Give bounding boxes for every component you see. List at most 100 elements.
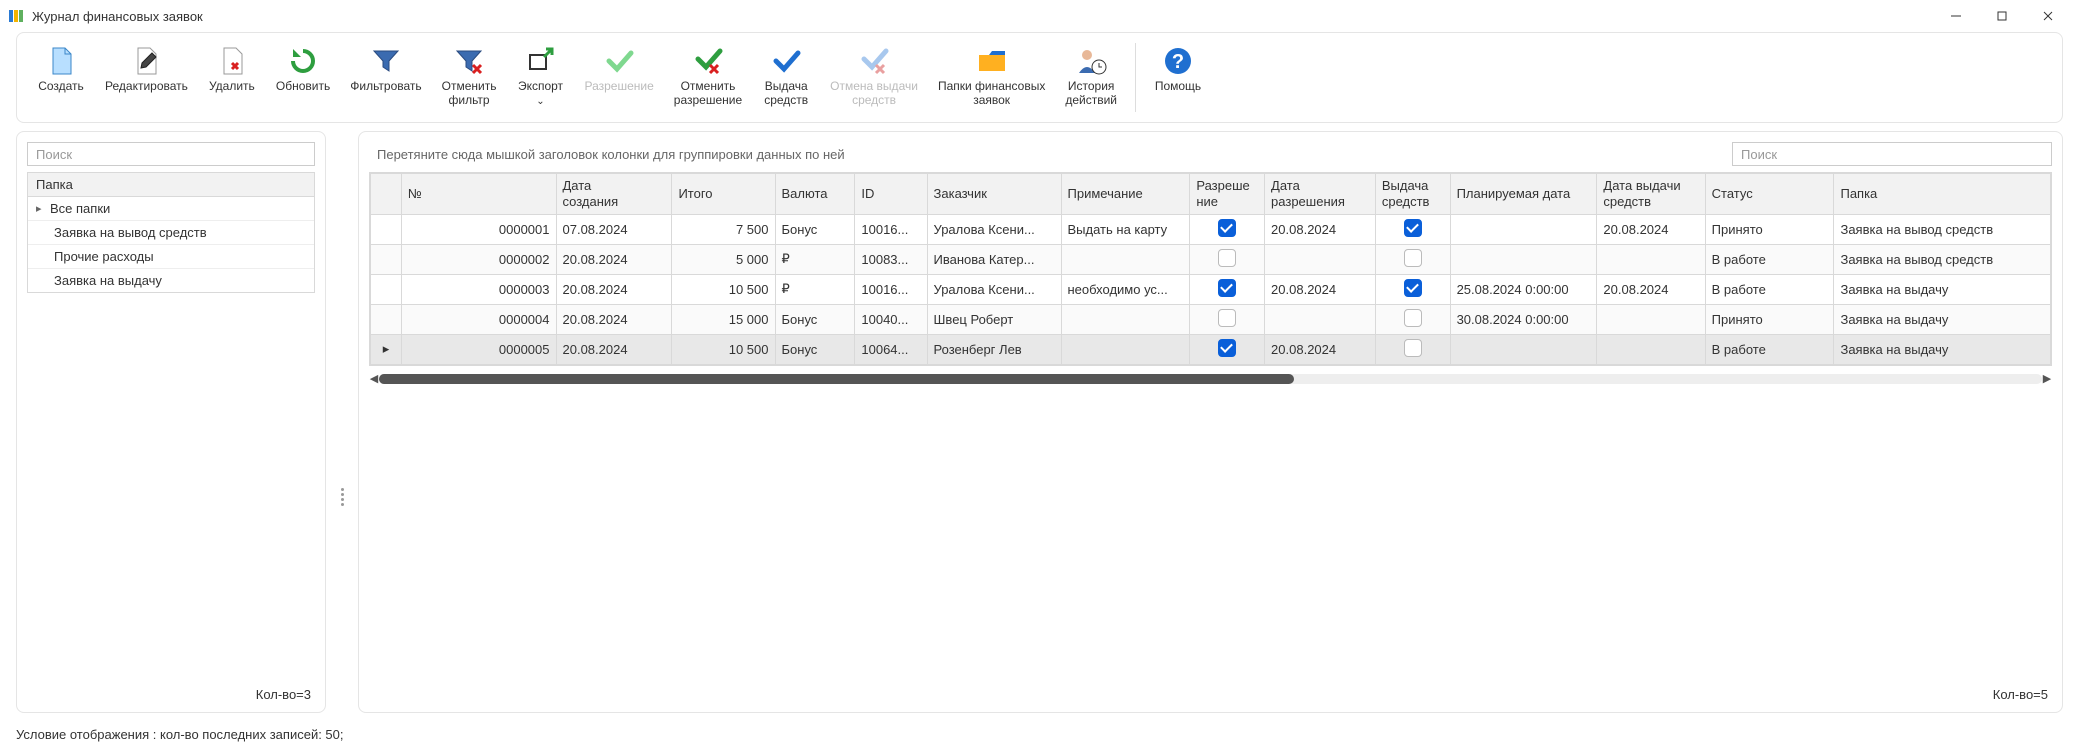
cell-issue-checkbox (1375, 334, 1450, 364)
check-green-icon (603, 47, 635, 75)
history-button[interactable]: История действий (1059, 43, 1123, 112)
cell-total: 5 000 (672, 244, 775, 274)
cell-num: 0000004 (401, 304, 556, 334)
grid-search-input[interactable] (1732, 142, 2052, 166)
col-num[interactable]: № (401, 174, 556, 214)
scroll-thumb[interactable] (379, 374, 1294, 384)
close-button[interactable] (2025, 0, 2071, 32)
col-note[interactable]: Примечание (1061, 174, 1190, 214)
cell-permission-checkbox (1190, 304, 1265, 334)
cell-folder: Заявка на вывод средств (1834, 214, 2051, 244)
cell-num: 0000002 (401, 244, 556, 274)
cell-note (1061, 304, 1190, 334)
table-row[interactable]: 000000107.08.20247 500Бонус10016...Урало… (371, 214, 2051, 244)
data-grid: № Дата создания Итого Валюта ID Заказчик… (370, 173, 2051, 364)
cancel-issue-button[interactable]: Отмена выдачи средств (824, 43, 924, 112)
cell-status: В работе (1705, 334, 1834, 364)
folder-item-other[interactable]: Прочие расходы (28, 245, 314, 269)
table-row[interactable]: 000000420.08.202415 000Бонус10040...Швец… (371, 304, 2051, 334)
col-created[interactable]: Дата создания (556, 174, 672, 214)
cell-customer: Уралова Ксени... (927, 274, 1061, 304)
scroll-left-icon[interactable]: ◀ (369, 372, 379, 385)
cell-folder: Заявка на вывод средств (1834, 244, 2051, 274)
folder-item-issue[interactable]: Заявка на выдачу (28, 269, 314, 292)
col-total[interactable]: Итого (672, 174, 775, 214)
cell-status: В работе (1705, 244, 1834, 274)
cell-created: 20.08.2024 (556, 304, 672, 334)
folder-item-all[interactable]: ▸ Все папки (28, 197, 314, 221)
cell-total: 15 000 (672, 304, 775, 334)
cell-currency: Бонус (775, 304, 855, 334)
cell-folder: Заявка на выдачу (1834, 304, 2051, 334)
table-row[interactable]: 000000320.08.202410 500₽10016...Уралова … (371, 274, 2051, 304)
col-folder[interactable]: Папка (1834, 174, 2051, 214)
col-id[interactable]: ID (855, 174, 927, 214)
splitter[interactable] (338, 131, 346, 713)
cell-total: 10 500 (672, 274, 775, 304)
table-row[interactable]: 000000220.08.20245 000₽10083...Иванова К… (371, 244, 2051, 274)
row-indicator-icon (371, 304, 402, 334)
table-row[interactable]: ▸000000520.08.202410 500Бонус10064...Роз… (371, 334, 2051, 364)
grid-panel: Перетяните сюда мышкой заголовок колонки… (358, 131, 2063, 713)
cell-planned (1450, 214, 1597, 244)
cell-permission-checkbox (1190, 244, 1265, 274)
delete-button[interactable]: Удалить (202, 43, 262, 97)
scroll-track[interactable] (379, 374, 2042, 384)
col-currency[interactable]: Валюта (775, 174, 855, 214)
cell-permission-checkbox (1190, 334, 1265, 364)
export-button[interactable]: Экспорт⌄ (510, 43, 570, 112)
col-permission[interactable]: Разреше ние (1190, 174, 1265, 214)
edit-button[interactable]: Редактировать (99, 43, 194, 97)
folder-item-withdraw[interactable]: Заявка на вывод средств (28, 221, 314, 245)
cell-currency: ₽ (775, 274, 855, 304)
cell-issue-date (1597, 244, 1705, 274)
cancel-issue-label: Отмена выдачи средств (830, 79, 918, 108)
check-blue-icon (770, 47, 802, 75)
refresh-icon (287, 47, 319, 75)
cell-permission-date: 20.08.2024 (1265, 334, 1376, 364)
folder-item-label: Заявка на вывод средств (54, 225, 207, 240)
funnel-icon (370, 47, 402, 75)
col-issue-date[interactable]: Дата выдачи средств (1597, 174, 1705, 214)
col-customer[interactable]: Заказчик (927, 174, 1061, 214)
col-status[interactable]: Статус (1705, 174, 1834, 214)
folders-button[interactable]: Папки финансовых заявок (932, 43, 1051, 112)
svg-text:?: ? (1172, 51, 1184, 73)
cell-total: 7 500 (672, 214, 775, 244)
permission-button[interactable]: Разрешение (578, 43, 659, 97)
permission-label: Разрешение (584, 79, 653, 93)
refresh-button[interactable]: Обновить (270, 43, 336, 97)
folder-item-label: Заявка на выдачу (54, 273, 162, 288)
sidebar-search-input[interactable] (27, 142, 315, 166)
create-button[interactable]: Создать (31, 43, 91, 97)
cell-issue-checkbox (1375, 274, 1450, 304)
document-delete-icon (216, 47, 248, 75)
maximize-button[interactable] (1979, 0, 2025, 32)
folder-tree: Папка ▸ Все папки Заявка на вывод средст… (27, 172, 315, 293)
folder-item-label: Все папки (50, 201, 110, 216)
cell-num: 0000005 (401, 334, 556, 364)
minimize-button[interactable] (1933, 0, 1979, 32)
issue-funds-button[interactable]: Выдача средств (756, 43, 816, 112)
horizontal-scrollbar[interactable]: ◀ ▶ (369, 372, 2052, 386)
folder-tree-header[interactable]: Папка (28, 173, 314, 197)
cell-currency: Бонус (775, 334, 855, 364)
cell-permission-checkbox (1190, 214, 1265, 244)
cell-id: 10083... (855, 244, 927, 274)
col-planned[interactable]: Планируемая дата (1450, 174, 1597, 214)
chevron-right-icon[interactable]: ▸ (36, 202, 50, 215)
scroll-right-icon[interactable]: ▶ (2042, 372, 2052, 385)
help-button[interactable]: ? Помощь (1148, 43, 1208, 97)
col-permission-date[interactable]: Дата разрешения (1265, 174, 1376, 214)
cell-issue-checkbox (1375, 244, 1450, 274)
col-issue[interactable]: Выдача средств (1375, 174, 1450, 214)
cell-num: 0000001 (401, 214, 556, 244)
check-blue-cancel-icon (858, 47, 890, 75)
cancel-filter-label: Отменить фильтр (442, 79, 497, 108)
group-by-hint[interactable]: Перетяните сюда мышкой заголовок колонки… (369, 147, 1732, 162)
cancel-permission-button[interactable]: Отменить разрешение (668, 43, 748, 112)
cancel-filter-button[interactable]: Отменить фильтр (436, 43, 503, 112)
cell-created: 20.08.2024 (556, 244, 672, 274)
history-icon (1075, 47, 1107, 75)
filter-button[interactable]: Фильтровать (344, 43, 427, 97)
